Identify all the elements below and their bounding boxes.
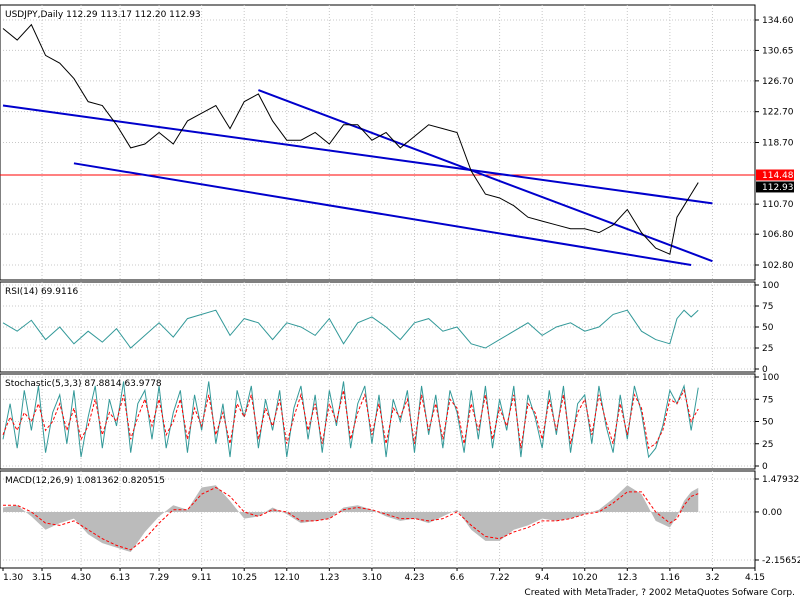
- y-tick-label: 75: [762, 302, 773, 312]
- x-tick-label: 4.15: [745, 573, 765, 583]
- y-tick-label: 1.47932: [762, 475, 799, 485]
- panel-header: Stochastic(5,3,3) 87.8814 63.9778: [5, 379, 162, 389]
- y-tick-label: 0.00: [762, 508, 782, 518]
- y-tick-label: 75: [762, 395, 773, 405]
- y-tick-label: 122.70: [762, 108, 794, 118]
- y-tick-label: 134.60: [762, 16, 794, 26]
- panel-header: RSI(14) 69.9116: [5, 287, 78, 297]
- x-tick-label: 3.2: [705, 573, 719, 583]
- x-tick-label: 9.4: [535, 573, 550, 583]
- x-tick-label: 3.10: [362, 573, 382, 583]
- panel-header: USDJPY,Daily 112.29 113.17 112.20 112.93: [5, 10, 201, 20]
- x-tick-label: 7.29: [149, 573, 169, 583]
- x-tick-label: 4.23: [404, 573, 424, 583]
- x-tick-label: 4.30: [71, 573, 91, 583]
- x-tick-label: 6.6: [450, 573, 465, 583]
- x-tick-label: 7.22: [490, 573, 510, 583]
- y-tick-label: 118.70: [762, 139, 794, 149]
- y-tick-label: 102.80: [762, 261, 794, 271]
- y-tick-label: 0: [762, 462, 768, 472]
- chart-root: 134.60 130.65 126.70 122.70 118.70 114.48 112.…: [0, 0, 800, 600]
- y-tick-label: 25: [762, 344, 773, 354]
- y-tick-label: 25: [762, 440, 773, 450]
- x-tick-label: 1.30: [3, 573, 23, 583]
- y-tick-label: -2.15652: [762, 556, 800, 566]
- panel-header: MACD(12,26,9) 1.081362 0.820515: [5, 476, 165, 486]
- footer-text: Created with MetaTrader, ? 2002 MetaQuot…: [524, 588, 795, 598]
- y-tick-label: 130.65: [762, 46, 794, 56]
- y-tick-label: 50: [762, 418, 774, 428]
- y-tick-label: 110.70: [762, 200, 794, 210]
- y-tick-label: 100: [762, 373, 779, 383]
- x-tick-label: 1.23: [319, 573, 339, 583]
- x-tick-label: 6.13: [110, 573, 130, 583]
- y-tick-label: 114.48: [762, 171, 794, 181]
- x-tick-label: 12.10: [274, 573, 300, 583]
- y-tick-label: 106.80: [762, 230, 794, 240]
- y-tick-label: 126.70: [762, 77, 794, 87]
- x-tick-label: 3.15: [32, 573, 52, 583]
- x-tick-label: 10.20: [572, 573, 598, 583]
- x-tick-label: 10.25: [231, 573, 257, 583]
- x-tick-label: 9.11: [192, 573, 212, 583]
- x-tick-label: 12.3: [617, 573, 637, 583]
- y-tick-label: 50: [762, 323, 774, 333]
- x-tick-label: 1.16: [660, 573, 680, 583]
- y-tick-label: 100: [762, 281, 779, 291]
- y-tick-label: 112.93: [762, 183, 794, 193]
